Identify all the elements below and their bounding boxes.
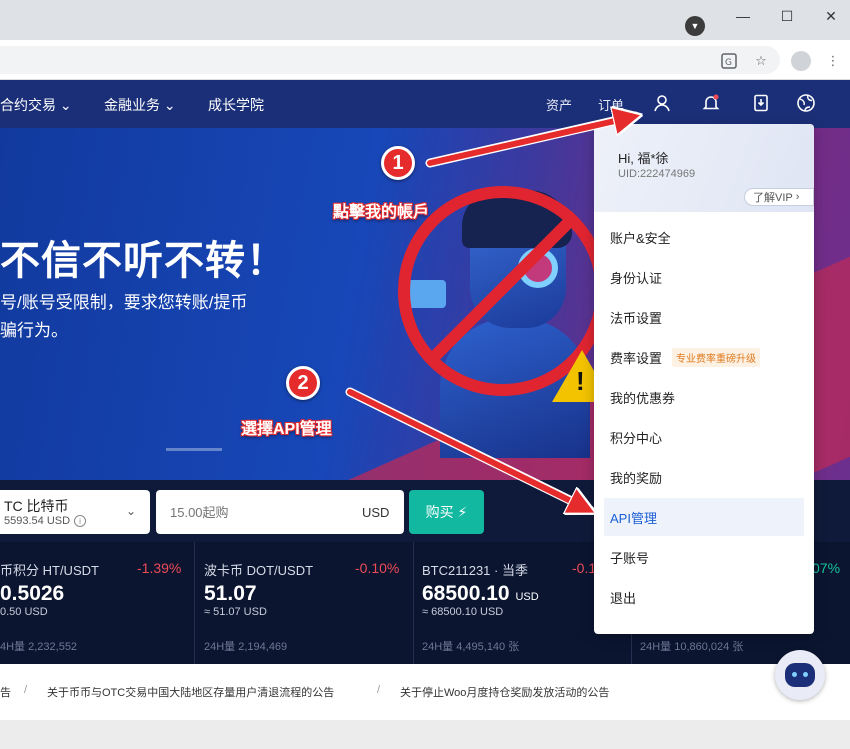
page-footer-gap xyxy=(0,720,850,749)
hero-title: 不信不听不转！ xyxy=(0,239,287,283)
user-greeting: Hi, 福*徐 xyxy=(618,151,669,166)
account-header: Hi, 福*徐 UID:222474969 了解VIP › xyxy=(594,124,814,212)
step-instruction: 選擇API管理 xyxy=(241,421,332,438)
ticker-volume: 4H量 2,232,552 xyxy=(0,641,78,653)
language-globe-icon[interactable] xyxy=(795,92,817,114)
menu-logout[interactable]: 退出 xyxy=(594,578,814,616)
menu-sub-accounts[interactable]: 子账号 xyxy=(594,538,814,576)
news-separator: / xyxy=(377,684,381,696)
menu-api-management[interactable]: API管理 xyxy=(604,498,804,536)
browser-toolbar: G ☆ ⋮ xyxy=(0,40,850,80)
ticker-change: -0.1 xyxy=(572,560,597,576)
user-account-icon[interactable] xyxy=(651,92,673,114)
browser-titlebar: ▼ — ☐ ✕ xyxy=(0,0,850,40)
notification-bell-icon[interactable] xyxy=(700,92,722,114)
vip-link[interactable]: 了解VIP › xyxy=(744,188,814,206)
menu-fee-settings[interactable]: 费率设置 专业费率重磅升级 xyxy=(594,338,814,376)
menu-rewards[interactable]: 我的奖励 xyxy=(594,458,814,496)
ticker-card[interactable]: 币积分 HT/USDT -1.39% 0.5026 0.50 USD 4H量 2… xyxy=(0,542,195,664)
coin-price: 5593.54 USD xyxy=(4,515,71,527)
amount-unit: USD xyxy=(362,505,390,520)
menu-fiat-settings[interactable]: 法币设置 xyxy=(594,298,814,336)
browser-menu-icon[interactable]: ⋮ xyxy=(824,52,842,70)
ticker-volume: 24H量 4,495,140 张 xyxy=(422,641,520,653)
ticker-name: BTC211231 · 当季 xyxy=(422,563,528,578)
user-uid: UID:222474969 xyxy=(618,168,696,180)
close-icon[interactable]: ✕ xyxy=(808,0,850,32)
chevron-down-icon: ⌄ xyxy=(126,504,137,518)
menu-coupons[interactable]: 我的优惠券 xyxy=(594,378,814,416)
nav-academy[interactable]: 成长学院 xyxy=(208,95,264,115)
svg-text:G: G xyxy=(725,58,732,68)
download-icon[interactable] xyxy=(750,92,772,114)
maximize-icon[interactable]: ☐ xyxy=(764,0,810,32)
ticker-volume: 24H量 10,860,024 张 xyxy=(640,641,744,653)
menu-identity-verification[interactable]: 身份认证 xyxy=(594,258,814,296)
chevron-down-icon: ⌄ xyxy=(163,97,176,113)
announcement-link[interactable]: 告 xyxy=(0,684,11,700)
announcement-link[interactable]: 关于停止Woo月度持仓奖励发放活动的公告 xyxy=(400,684,609,700)
step-badge: 1 xyxy=(381,146,415,180)
nav-assets[interactable]: 资产 xyxy=(546,95,572,114)
translate-icon[interactable]: G xyxy=(720,52,738,70)
account-dropdown: Hi, 福*徐 UID:222474969 了解VIP › 账户&安全 身份认证… xyxy=(594,124,814,634)
ticker-price: 68500.10 USD xyxy=(422,582,539,605)
minimize-icon[interactable]: — xyxy=(720,0,766,32)
ticker-change: -0.10% xyxy=(355,560,400,576)
ticker-price: 0.5026 xyxy=(0,582,65,605)
step-badge: 2 xyxy=(286,366,320,400)
coin-select[interactable]: TC 比特币 5593.54 USD i ⌄ xyxy=(0,490,150,534)
info-icon[interactable]: i xyxy=(74,515,86,527)
robot-icon xyxy=(785,663,815,687)
buy-button[interactable]: 购买 ⚡ xyxy=(409,490,484,534)
ticker-price: 51.07 xyxy=(204,582,257,605)
nav-orders[interactable]: 订单 xyxy=(598,95,624,114)
ticker-usd: 0.50 USD xyxy=(0,606,48,618)
profile-avatar-icon[interactable] xyxy=(791,51,811,71)
hero-subtitle: 号/账号受限制，要求您转账/提币 xyxy=(0,293,248,312)
carousel-indicator[interactable] xyxy=(166,448,222,451)
menu-account-security[interactable]: 账户&安全 xyxy=(594,218,814,256)
nav-futures[interactable]: 合约交易 ⌄ xyxy=(0,95,72,115)
lightning-icon: ⚡ xyxy=(457,503,468,520)
tab-search-icon[interactable]: ▼ xyxy=(685,16,705,36)
support-bot-button[interactable] xyxy=(775,650,825,700)
bookmark-star-icon[interactable]: ☆ xyxy=(752,52,770,70)
ticker-usd: ≈ 51.07 USD xyxy=(204,606,267,618)
site-nav: 合约交易 ⌄ 金融业务 ⌄ 成长学院 资产 订单 xyxy=(0,80,850,128)
ticker-change: -1.39% xyxy=(137,560,182,576)
ticker-change: 07% xyxy=(812,560,841,576)
news-separator: / xyxy=(24,684,28,696)
hero-subtitle: 骗行为。 xyxy=(0,321,68,340)
ticker-card[interactable]: 波卡币 DOT/USDT -0.10% 51.07 ≈ 51.07 USD 24… xyxy=(195,542,414,664)
chevron-down-icon: ⌄ xyxy=(59,97,72,113)
step-instruction: 點擊我的帳戶 xyxy=(333,204,430,221)
announcement-strip: 告 / 关于币币与OTC交易中国大陆地区存量用户清退流程的公告 / 关于停止Wo… xyxy=(0,664,850,720)
ticker-usd: ≈ 68500.10 USD xyxy=(422,606,504,618)
ticker-name: 波卡币 DOT/USDT xyxy=(204,563,314,578)
chevron-right-icon: › xyxy=(795,191,800,203)
menu-points-center[interactable]: 积分中心 xyxy=(594,418,814,456)
warning-mark: ! xyxy=(576,366,585,396)
promo-tag: 专业费率重磅升级 xyxy=(672,347,761,367)
ticker-volume: 24H量 2,194,469 xyxy=(204,641,288,653)
nav-finance[interactable]: 金融业务 ⌄ xyxy=(104,95,176,115)
ticker-name: 币积分 HT/USDT xyxy=(0,563,99,578)
announcement-link[interactable]: 关于币币与OTC交易中国大陆地区存量用户清退流程的公告 xyxy=(47,684,334,700)
coin-name: TC 比特币 xyxy=(4,498,69,514)
address-bar[interactable] xyxy=(0,46,780,74)
